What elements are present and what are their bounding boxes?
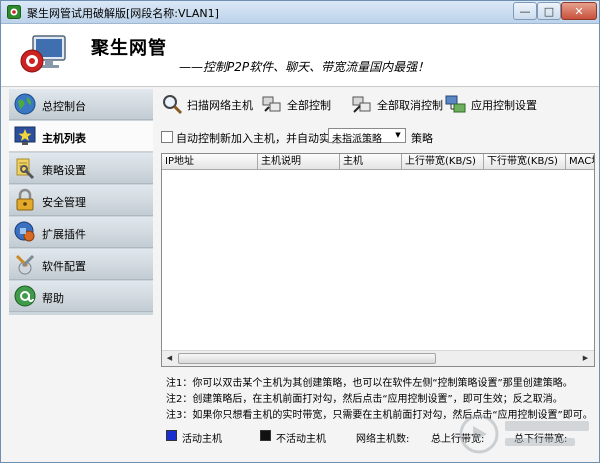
chevron-down-icon: ▼	[395, 131, 401, 139]
cancel-all-label: 全部取消控制	[377, 99, 443, 112]
column-header-host[interactable]: 主机	[340, 154, 402, 169]
apply-network-icon	[445, 95, 466, 113]
sidebar-item-label: 软件配置	[42, 260, 86, 273]
minimize-icon: —	[519, 4, 531, 18]
scrollbar-thumb[interactable]	[178, 353, 436, 364]
horizontal-scrollbar[interactable]: ◀ ▶	[162, 350, 594, 366]
sidebar-item-label: 主机列表	[42, 132, 86, 145]
app-window: 聚生网管试用破解版[网段名称:VLAN1] — □ ✕ 聚生网管 ——控制P2P…	[0, 0, 600, 463]
watermark-logo-icon	[459, 414, 589, 454]
column-header-mac[interactable]: MAC地	[566, 154, 594, 169]
apply-settings-label: 应用控制设置	[471, 99, 537, 112]
sidebar-item-label: 安全管理	[42, 196, 86, 209]
sidebar-item-plugins[interactable]: 扩展插件	[9, 217, 153, 248]
help-icon	[14, 285, 36, 307]
sidebar-item-label: 帮助	[42, 292, 64, 305]
active-host-label: 活动主机	[182, 434, 222, 445]
host-table-header: IP地址 主机说明 主机 上行带宽(KB/S) 下行带宽(KB/S) MAC地	[162, 154, 594, 170]
maximize-icon: □	[543, 4, 555, 18]
magnifier-icon	[163, 95, 183, 115]
sidebar-item-label: 总控制台	[42, 100, 86, 113]
scroll-left-icon[interactable]: ◀	[163, 352, 176, 365]
brand-title: 聚生网管	[91, 38, 167, 59]
cancel-all-icon	[352, 96, 371, 113]
app-icon	[7, 5, 21, 19]
sidebar-item-policy[interactable]: 策略设置	[9, 153, 153, 184]
control-all-label: 全部控制	[287, 99, 331, 112]
inactive-host-swatch	[260, 430, 271, 441]
strategy-select-value: 未指派策略	[332, 134, 382, 145]
slogan: ——控制P2P软件、聊天、带宽流量国内最强！	[179, 60, 430, 74]
note-line: 注2：创建策略后，在主机前面打对勾，然后点击“应用控制设置”，即可生效；反之取消…	[166, 394, 563, 405]
column-header-upload[interactable]: 上行带宽(KB/S)	[402, 154, 484, 169]
note-line: 注1：你可以双击某个主机为其创建策略，也可以在软件左侧“控制策略设置”那里创建策…	[166, 378, 573, 389]
lock-icon	[16, 188, 34, 211]
sidebar-item-host-list[interactable]: 主机列表	[9, 121, 153, 152]
sidebar-item-console[interactable]: 总控制台	[9, 89, 153, 120]
control-all-button[interactable]: 全部控制	[261, 93, 341, 115]
sidebar-item-config[interactable]: 软件配置	[9, 249, 153, 280]
scroll-right-icon[interactable]: ▶	[579, 352, 592, 365]
host-table[interactable]: IP地址 主机说明 主机 上行带宽(KB/S) 下行带宽(KB/S) MAC地 …	[161, 153, 595, 367]
sidebar-item-label: 策略设置	[42, 164, 86, 177]
close-button[interactable]: ✕	[561, 2, 597, 20]
minimize-button[interactable]: —	[513, 2, 537, 20]
tools-icon	[15, 254, 35, 275]
control-all-icon	[262, 96, 281, 112]
sidebar-item-label: 扩展插件	[42, 228, 86, 241]
sidebar-item-help[interactable]: 帮助	[9, 281, 153, 312]
strategy-suffix-label: 策略	[411, 132, 433, 145]
column-header-download[interactable]: 下行带宽(KB/S)	[484, 154, 566, 169]
apply-settings-button[interactable]: 应用控制设置	[445, 93, 541, 115]
auto-control-row: 自动控制新加入主机，并自动实施 未指派策略 ▼ 策略	[161, 128, 599, 145]
star-screen-icon	[14, 126, 36, 145]
auto-control-checkbox[interactable]	[161, 131, 173, 143]
host-count-label: 网络主机数:	[356, 434, 410, 445]
window-title: 聚生网管试用破解版[网段名称:VLAN1]	[27, 7, 219, 20]
puzzle-icon	[14, 221, 35, 242]
globe-icon	[14, 93, 36, 115]
auto-control-label: 自动控制新加入主机，并自动实施	[176, 132, 341, 145]
header-banner: 聚生网管 ——控制P2P软件、聊天、带宽流量国内最强！	[1, 24, 599, 87]
wrench-icon	[16, 158, 35, 180]
active-host-swatch	[166, 430, 177, 441]
column-header-description[interactable]: 主机说明	[258, 154, 340, 169]
close-icon: ✕	[574, 4, 584, 18]
cancel-all-button[interactable]: 全部取消控制	[351, 93, 443, 115]
title-bar[interactable]: 聚生网管试用破解版[网段名称:VLAN1] — □ ✕	[1, 1, 599, 24]
column-header-ip[interactable]: IP地址	[162, 154, 258, 169]
monitor-logo-icon	[20, 35, 66, 73]
inactive-host-label: 不活动主机	[276, 434, 326, 445]
maximize-button[interactable]: □	[537, 2, 561, 20]
strategy-select[interactable]: 未指派策略 ▼	[328, 128, 406, 145]
sidebar-item-security[interactable]: 安全管理	[9, 185, 153, 216]
scan-hosts-label: 扫描网络主机	[187, 99, 253, 112]
sidebar: 总控制台 主机列表 策略设置 安全管理 扩展插件 软件配置 帮助	[9, 89, 153, 315]
